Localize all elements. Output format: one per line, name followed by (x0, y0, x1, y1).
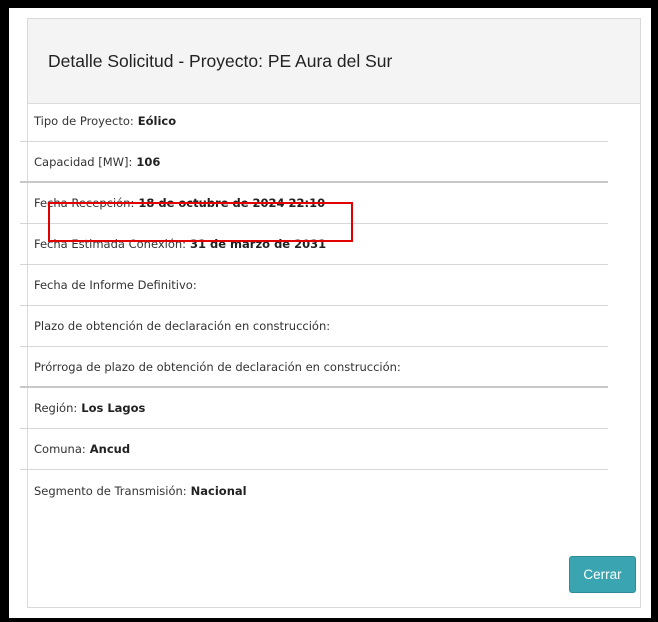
field-label: Segmento de Transmisión: (34, 483, 187, 498)
field-row-transmission-segment: Segmento de Transmisión: Nacional (20, 470, 608, 511)
field-label: Fecha Estimada Conexión: (34, 237, 187, 251)
field-row-reception-date: Fecha Recepción: 18 de octubre de 2024 2… (20, 183, 608, 224)
screen-frame-left (0, 0, 9, 622)
field-label: Fecha de Informe Definitivo: (34, 278, 197, 292)
detail-list: Tipo de Proyecto: Eólico Capacidad [MW]:… (20, 101, 608, 511)
field-value: 106 (136, 154, 161, 169)
field-row-deadline-extension: Prórroga de plazo de obtención de declar… (20, 347, 608, 388)
screen-frame-bottom (0, 618, 658, 622)
field-label: Tipo de Proyecto: (34, 114, 134, 128)
field-label: Región: (34, 401, 78, 415)
modal-title: Detalle Solicitud - Proyecto: PE Aura de… (48, 50, 393, 71)
field-row-project-type: Tipo de Proyecto: Eólico (20, 101, 608, 142)
field-label: Plazo de obtención de declaración en con… (34, 319, 331, 333)
field-value: Eólico (137, 114, 177, 128)
field-row-commune: Comuna: Ancud (20, 429, 608, 470)
modal-header: Detalle Solicitud - Proyecto: PE Aura de… (28, 19, 640, 104)
field-row-final-report-date: Fecha de Informe Definitivo: (20, 265, 608, 306)
field-value: 18 de octubre de 2024 22:10 (138, 196, 326, 210)
field-value: Los Lagos (81, 401, 146, 415)
close-button[interactable]: Cerrar (569, 556, 636, 593)
field-value: Nacional (190, 483, 247, 498)
screen-frame-right (651, 0, 658, 622)
field-row-capacity: Capacidad [MW]: 106 (20, 142, 608, 183)
field-row-region: Región: Los Lagos (20, 388, 608, 429)
screen-frame-top (0, 0, 658, 8)
field-label: Comuna: (34, 442, 86, 456)
field-value: Ancud (89, 442, 131, 456)
field-row-estimated-connection: Fecha Estimada Conexión: 31 de marzo de … (20, 224, 608, 265)
field-label: Prórroga de plazo de obtención de declar… (34, 359, 401, 374)
field-label: Fecha Recepción: (34, 196, 135, 210)
field-row-construction-deadline: Plazo de obtención de declaración en con… (20, 306, 608, 347)
field-value: 31 de marzo de 2031 (190, 237, 327, 251)
field-label: Capacidad [MW]: (34, 154, 133, 169)
